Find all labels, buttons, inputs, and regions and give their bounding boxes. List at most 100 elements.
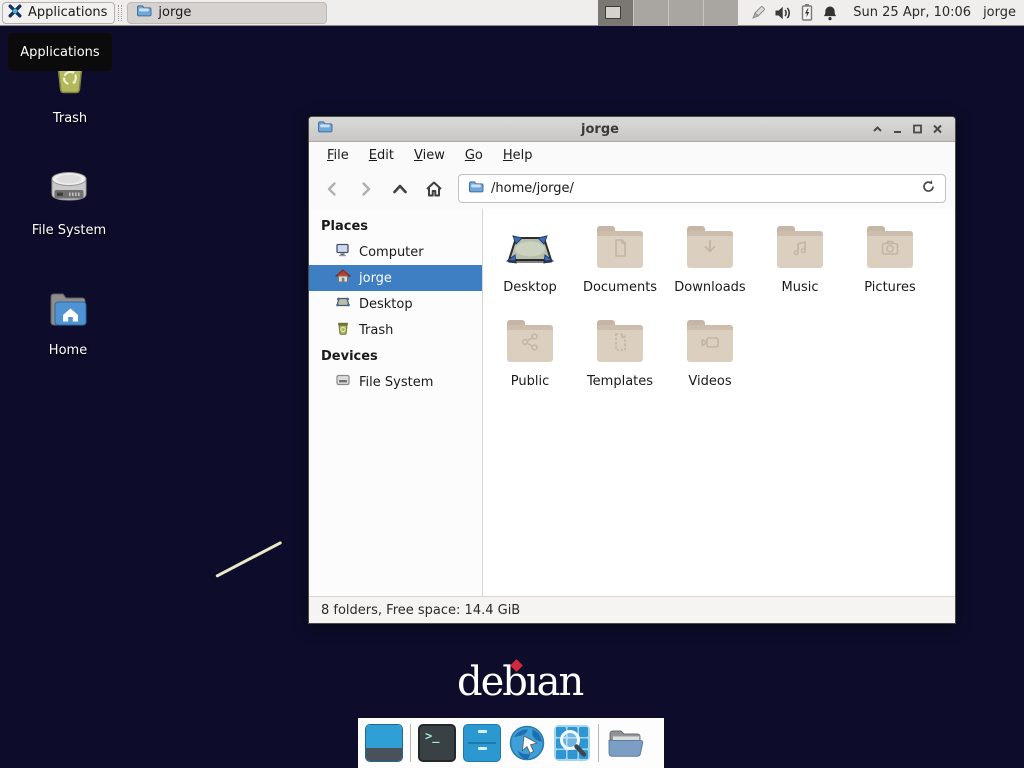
home-folder-icon <box>43 286 93 338</box>
workspace-window-preview <box>605 6 621 19</box>
toolbar: /home/jorge/ <box>309 168 955 209</box>
stylus-pen-icon[interactable] <box>748 3 768 23</box>
menu-view[interactable]: View <box>404 144 455 167</box>
wallpaper-stroke-artifact <box>215 541 282 578</box>
folder-item-public[interactable]: Public <box>486 319 574 389</box>
up-button[interactable] <box>386 175 414 203</box>
folder-item-label: Desktop <box>486 280 574 295</box>
location-path-value: /home/jorge/ <box>491 181 574 196</box>
workspace-4[interactable] <box>704 0 738 26</box>
home-button[interactable] <box>420 175 448 203</box>
bottom-dock: >_ <box>358 718 664 768</box>
status-bar: 8 folders, Free space: 14.4 GiB <box>309 596 955 623</box>
web-browser-globe-icon[interactable] <box>508 724 546 762</box>
notification-bell-icon[interactable] <box>821 4 839 22</box>
menu-edit[interactable]: Edit <box>359 144 404 167</box>
music-notes-icon <box>789 237 811 259</box>
desktop-icon-label: Home <box>49 343 87 358</box>
battery-icon[interactable] <box>799 3 815 22</box>
status-text: 8 folders, Free space: 14.4 GiB <box>321 603 520 618</box>
document-glyph-icon <box>609 237 631 259</box>
terminal-icon[interactable]: >_ <box>418 724 456 762</box>
close-button[interactable] <box>927 120 947 138</box>
menu-bar: File Edit View Go Help <box>309 142 955 168</box>
show-desktop-icon[interactable] <box>365 724 403 762</box>
forward-button[interactable] <box>352 175 380 203</box>
folder-view[interactable]: Desktop Documents Downloads <box>483 209 955 596</box>
terminal-prompt-glyph: >_ <box>425 729 439 743</box>
folder-item-documents[interactable]: Documents <box>576 225 664 295</box>
folder-item-label: Videos <box>666 374 754 389</box>
menu-help[interactable]: Help <box>493 144 543 167</box>
sidebar-item-computer[interactable]: Computer <box>309 239 482 265</box>
workspace-3[interactable] <box>669 0 704 26</box>
menu-go[interactable]: Go <box>455 144 493 167</box>
sidebar-item-label: Trash <box>359 323 393 338</box>
desktop-icon-home[interactable]: Home <box>20 286 116 358</box>
sidebar-item-trash[interactable]: Trash <box>309 317 482 343</box>
sidebar-item-label: Desktop <box>359 297 413 312</box>
window-title: jorge <box>333 122 867 137</box>
desktop-icon-label: File System <box>32 223 106 238</box>
computer-icon <box>335 242 351 262</box>
hard-drive-icon <box>335 372 351 392</box>
sidebar-item-file-system[interactable]: File System <box>309 369 482 395</box>
sidebar-devices-header: Devices <box>309 343 482 369</box>
folder-icon <box>136 3 152 23</box>
panel-grip-handle[interactable] <box>118 5 122 21</box>
menu-file[interactable]: File <box>317 144 359 167</box>
location-path-field[interactable]: /home/jorge/ <box>458 174 946 203</box>
file-cabinet-icon[interactable] <box>463 724 501 762</box>
sidebar-item-label: File System <box>359 375 433 390</box>
desktop-icon-file-system[interactable]: File System <box>21 166 117 238</box>
volume-icon[interactable] <box>774 4 793 22</box>
folder-item-music[interactable]: Music <box>756 225 844 295</box>
sidebar-item-desktop[interactable]: Desktop <box>309 291 482 317</box>
sidebar-places-header: Places <box>309 213 482 239</box>
camera-icon <box>879 237 901 259</box>
folder-item-desktop[interactable]: Desktop <box>486 225 574 295</box>
shade-button[interactable] <box>867 120 887 138</box>
download-arrow-icon <box>699 237 721 259</box>
folder-item-label: Music <box>756 280 844 295</box>
minimize-button[interactable] <box>887 120 907 138</box>
back-button[interactable] <box>318 175 346 203</box>
folder-icon <box>468 179 484 199</box>
desktop-icon <box>335 294 351 314</box>
reload-icon[interactable] <box>921 179 936 198</box>
top-panel: Applications jorge <box>0 0 1024 26</box>
maximize-button[interactable] <box>907 120 927 138</box>
panel-clock[interactable]: Sun 25 Apr, 10:06 <box>853 5 971 20</box>
folder-item-pictures[interactable]: Pictures <box>846 225 934 295</box>
folder-icon[interactable] <box>606 724 644 762</box>
applications-menu-label: Applications <box>28 5 107 20</box>
home-icon <box>335 268 351 288</box>
folder-item-label: Public <box>486 374 574 389</box>
folder-item-videos[interactable]: Videos <box>666 319 754 389</box>
workspace-2[interactable] <box>634 0 669 26</box>
folder-item-downloads[interactable]: Downloads <box>666 225 754 295</box>
window-titlebar[interactable]: jorge <box>309 117 955 142</box>
app-finder-icon[interactable] <box>553 724 591 762</box>
workspace-1[interactable] <box>598 0 633 26</box>
sidebar-item-jorge[interactable]: jorge <box>309 265 482 291</box>
folder-item-templates[interactable]: Templates <box>576 319 664 389</box>
dock-separator <box>598 724 599 762</box>
share-nodes-icon <box>519 331 541 353</box>
desktop-icon-label: Trash <box>53 111 87 126</box>
sidebar-item-label: jorge <box>359 271 392 286</box>
sidebar-item-label: Computer <box>359 245 424 260</box>
hard-drive-icon <box>45 166 93 218</box>
panel-username[interactable]: jorge <box>983 5 1016 20</box>
template-document-icon <box>609 331 631 353</box>
video-camera-icon <box>699 331 721 353</box>
desktop-special-icon <box>506 262 554 277</box>
file-manager-window: jorge File Edit View Go Help <box>308 116 956 624</box>
taskbar-window-button[interactable]: jorge <box>127 2 327 24</box>
folder-item-label: Downloads <box>666 280 754 295</box>
applications-menu-button[interactable]: Applications <box>2 2 115 24</box>
folder-item-label: Pictures <box>846 280 934 295</box>
folder-item-label: Templates <box>576 374 664 389</box>
applications-tooltip-text: Applications <box>20 45 99 60</box>
debian-wallpaper-logo: debıan <box>457 662 582 702</box>
